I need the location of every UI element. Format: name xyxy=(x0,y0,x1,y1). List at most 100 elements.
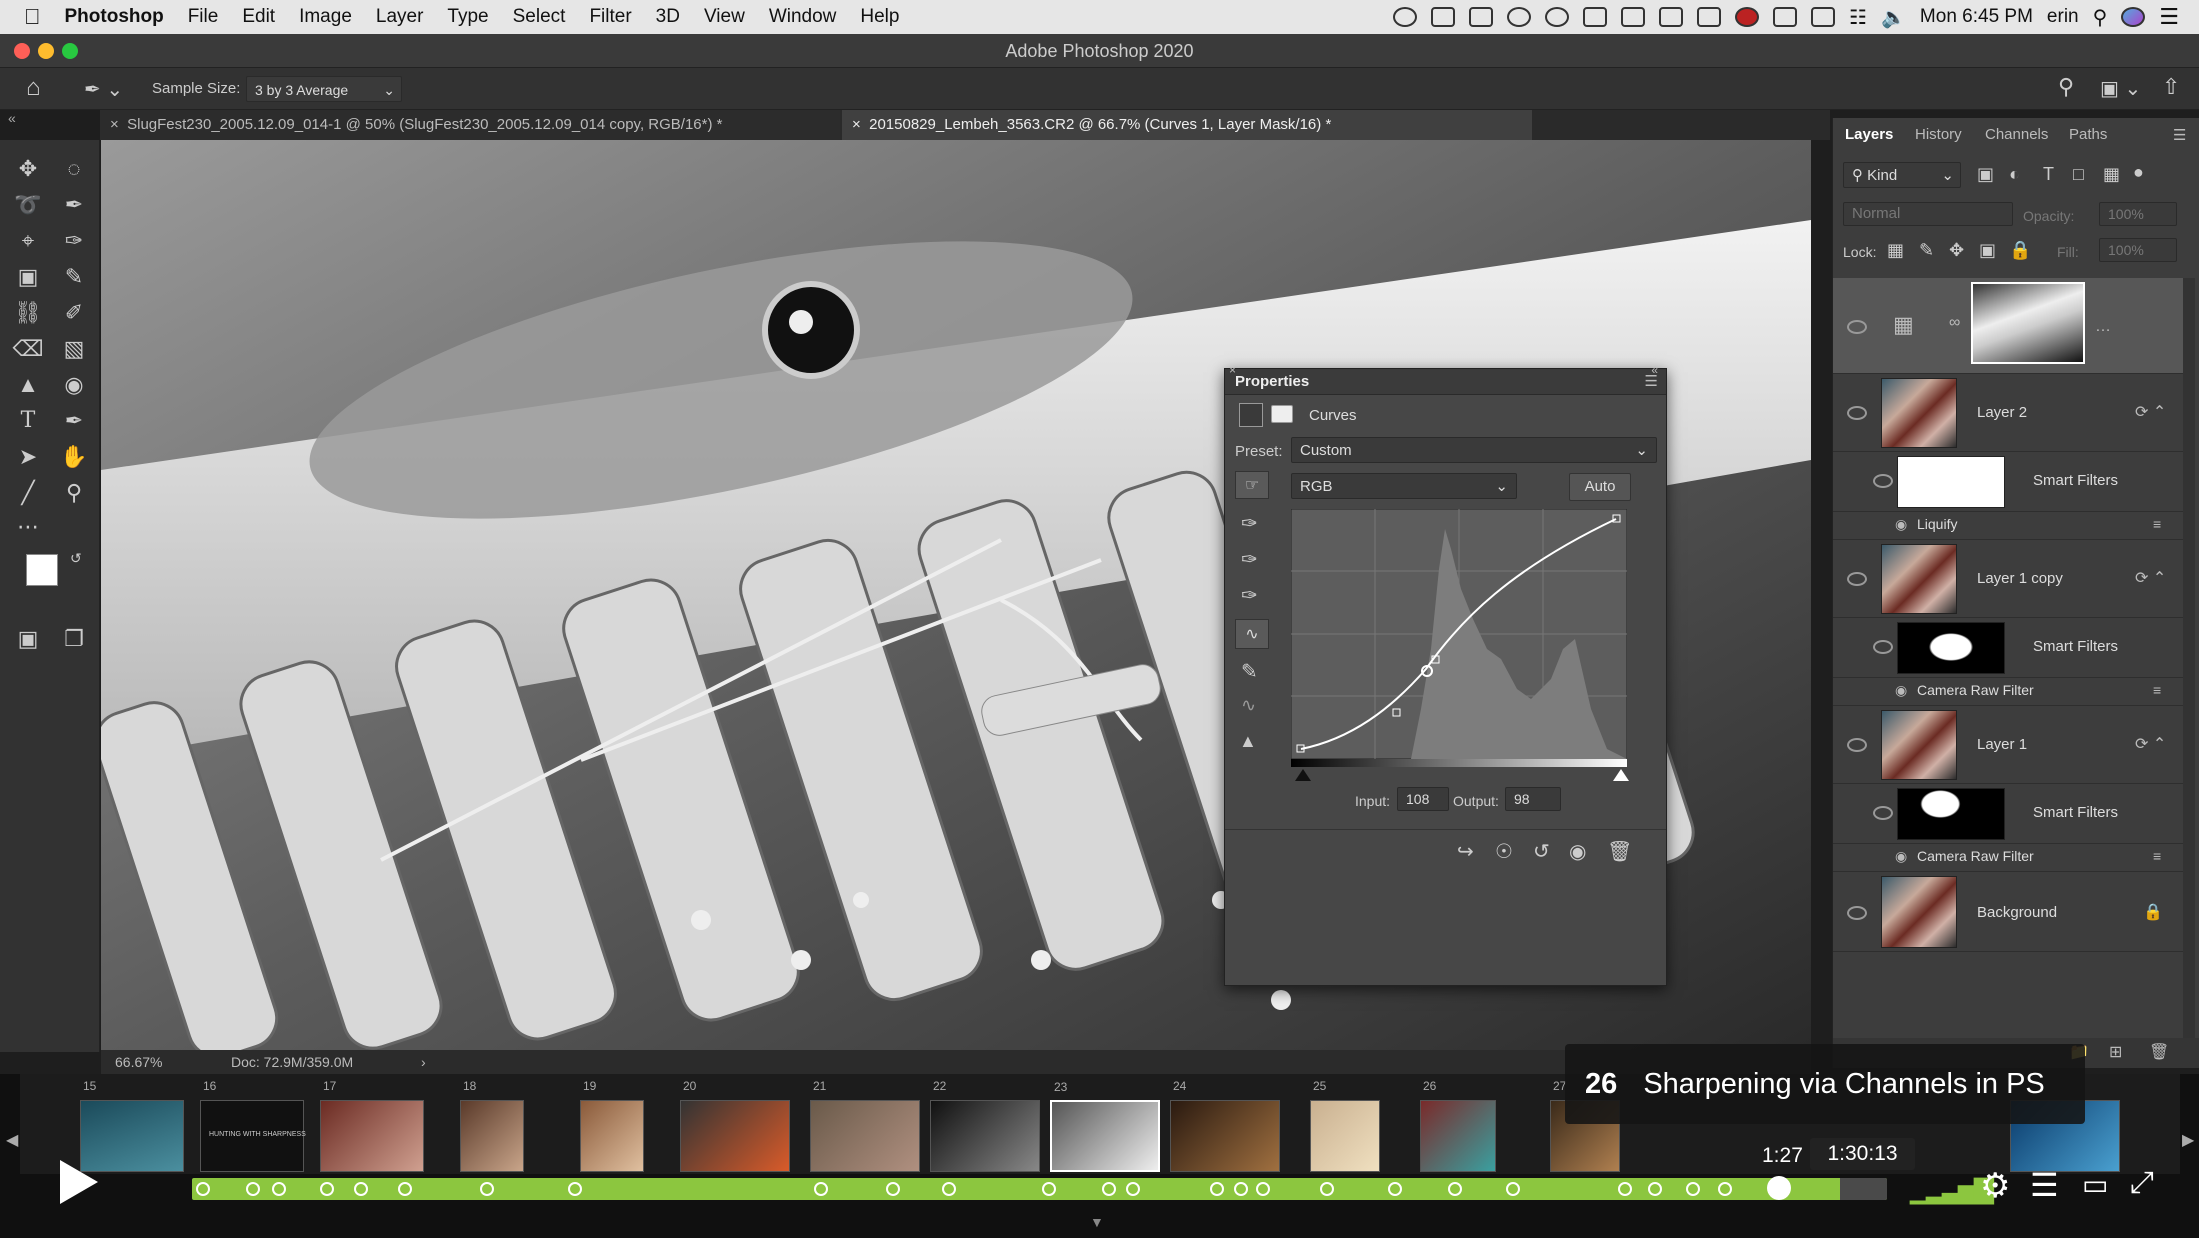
chapter-thumb-25[interactable]: 25 xyxy=(1310,1079,1380,1172)
zoom-tool-icon[interactable]: ⚲ xyxy=(58,478,90,508)
opacity-field[interactable]: 100% xyxy=(2099,202,2177,226)
spotlight-search-icon[interactable]: ⚲ xyxy=(2093,5,2108,30)
wifi-icon[interactable]: ☷ xyxy=(1849,5,1867,30)
chapter-thumb-17[interactable]: 17 xyxy=(320,1079,424,1172)
fullscreen-icon[interactable]: ⤢ xyxy=(2130,1166,2154,1200)
trash-icon[interactable]: 🗑 xyxy=(1607,839,1632,864)
swap-colors-icon[interactable]: ↺ xyxy=(70,550,82,567)
siri-icon[interactable] xyxy=(2121,7,2146,27)
filter-toggle-icon[interactable]: ● xyxy=(2133,162,2144,183)
menu-type[interactable]: Type xyxy=(435,6,500,28)
volume-icon[interactable]: 🔈 xyxy=(1881,5,1906,30)
menu-select[interactable]: Select xyxy=(501,6,578,28)
filter-shape-icon[interactable]: □ xyxy=(2073,164,2084,185)
eyedropper-preset-icon[interactable]: ✒ ⌄ xyxy=(84,77,123,102)
chapter-thumb-16[interactable]: 16 HUNTING WITH SHARPNESS xyxy=(200,1079,306,1172)
filter-row-liquify[interactable]: ◉ Liquify ≡ xyxy=(1833,512,2183,540)
smart-filter-mask-thumbnail[interactable] xyxy=(1897,456,2005,508)
volume-bars-icon[interactable]: ▁▂▃▅▇ xyxy=(1910,1174,1994,1205)
chapter-marker[interactable] xyxy=(1618,1182,1632,1196)
close-panel-icon[interactable]: × xyxy=(1229,363,1236,377)
chapter-marker[interactable] xyxy=(1256,1182,1270,1196)
chapter-marker[interactable] xyxy=(568,1182,582,1196)
type-tool-icon[interactable]: T xyxy=(12,406,44,436)
line-tool-icon[interactable]: ╱ xyxy=(12,478,44,508)
visibility-eye-icon[interactable] xyxy=(1847,906,1867,920)
chapter-marker[interactable] xyxy=(1210,1182,1224,1196)
foreground-color-swatch[interactable] xyxy=(26,554,58,586)
filmstrip-left-arrow-icon[interactable]: ◀ xyxy=(6,1130,18,1150)
black-slider-handle[interactable] xyxy=(1295,769,1311,781)
chapter-marker[interactable] xyxy=(320,1182,334,1196)
camera-icon[interactable] xyxy=(1659,7,1684,27)
layer-row-layer-1[interactable]: Layer 1 ⟳ ⌃ xyxy=(1833,706,2183,784)
chapter-marker[interactable] xyxy=(480,1182,494,1196)
lock-all-icon[interactable]: 🔒 xyxy=(2009,240,2031,261)
share-icon[interactable]: ⇧ xyxy=(2162,74,2180,100)
doc-size-info[interactable]: Doc: 72.9M/359.0M xyxy=(231,1050,353,1074)
filter-smart-object-icon[interactable]: ▦ xyxy=(2103,164,2120,185)
filter-options-icon[interactable]: ≡ xyxy=(2153,516,2161,532)
filter-type-icon[interactable]: T xyxy=(2043,164,2054,185)
settings-gear-icon[interactable]: ⚙ xyxy=(1980,1166,2010,1206)
reset-icon[interactable]: ↺ xyxy=(1533,839,1550,864)
quick-mask-icon[interactable]: ▣ xyxy=(12,624,44,654)
visibility-eye-icon[interactable] xyxy=(1873,474,1893,488)
filter-adjustment-icon[interactable]: ◐ xyxy=(2009,164,2020,185)
tab-layers[interactable]: Layers xyxy=(1845,126,1893,143)
chapters-list-icon[interactable]: ☰ xyxy=(2030,1166,2059,1204)
chapter-marker[interactable] xyxy=(1042,1182,1056,1196)
visibility-eye-icon[interactable] xyxy=(1847,320,1867,334)
new-layer-icon[interactable]: ⊞ xyxy=(2109,1042,2122,1062)
dropbox-icon[interactable] xyxy=(1621,7,1646,27)
lock-artboard-icon[interactable]: ▣ xyxy=(1979,240,1996,261)
layer-mask-thumbnail[interactable] xyxy=(1971,282,2085,364)
filmstrip-right-arrow-icon[interactable]: ▶ xyxy=(2182,1130,2194,1150)
panel-collapse-left[interactable]: « xyxy=(8,110,16,126)
menu-image[interactable]: Image xyxy=(287,6,364,28)
auto-button[interactable]: Auto xyxy=(1569,473,1631,501)
airplay-icon[interactable]: ▭ xyxy=(2082,1168,2108,1201)
layers-scrollbar[interactable] xyxy=(2183,278,2195,1038)
notification-center-icon[interactable]: ☰ xyxy=(2159,4,2179,30)
chapter-marker[interactable] xyxy=(1506,1182,1520,1196)
close-window-button[interactable] xyxy=(14,43,30,59)
chapter-marker[interactable] xyxy=(1234,1182,1248,1196)
stamp-tool-icon[interactable]: ⛓ xyxy=(12,298,44,328)
visibility-eye-icon[interactable] xyxy=(1873,640,1893,654)
hand-tool-icon[interactable]: ✋ xyxy=(58,442,90,472)
chapter-marker[interactable] xyxy=(1388,1182,1402,1196)
delete-layer-icon[interactable]: 🗑 xyxy=(2149,1042,2169,1062)
visibility-icon[interactable]: ◉ xyxy=(1569,839,1586,864)
lock-image-icon[interactable]: ✎ xyxy=(1919,240,1934,261)
chapter-thumb-24[interactable]: 24 xyxy=(1170,1079,1280,1172)
visibility-eye-icon[interactable] xyxy=(1847,738,1867,752)
filter-row-camera-raw[interactable]: ◉ Camera Raw Filter ≡ xyxy=(1833,844,2183,872)
chapter-marker[interactable] xyxy=(814,1182,828,1196)
smart-filter-mask-thumbnail[interactable] xyxy=(1897,622,2005,674)
timer-icon[interactable] xyxy=(1393,7,1418,27)
menu-edit[interactable]: Edit xyxy=(230,6,287,28)
smart-filters-row[interactable]: Smart Filters xyxy=(1833,784,2183,844)
lock-transparent-icon[interactable]: ▦ xyxy=(1887,240,1904,261)
play-button[interactable] xyxy=(60,1160,98,1204)
layer-row-layer-2[interactable]: Layer 2 ⟳ ⌃ xyxy=(1833,374,2183,452)
chain-link-icon[interactable]: ∞ xyxy=(1949,314,1960,332)
gray-point-eyedropper-icon[interactable]: ✑ xyxy=(1241,547,1258,572)
move-tool-icon[interactable]: ✥ xyxy=(12,154,44,184)
layer-name[interactable]: Layer 1 copy xyxy=(1977,570,2063,587)
sample-size-select[interactable]: 3 by 3 Average ⌄ xyxy=(246,76,402,102)
arrow-icon[interactable] xyxy=(1697,7,1722,27)
menubar-clock[interactable]: Mon 6:45 PM xyxy=(1920,6,2033,28)
smooth-curve-icon[interactable]: ∿ xyxy=(1241,695,1256,716)
close-tab-icon[interactable]: × xyxy=(110,116,123,133)
minimize-window-button[interactable] xyxy=(38,43,54,59)
output-field[interactable]: 98 xyxy=(1505,787,1561,811)
smart-filter-toggle-icon[interactable]: ⟳ ⌃ xyxy=(2135,734,2166,754)
eraser-tool-icon[interactable]: ⌫ xyxy=(12,334,44,364)
filter-options-icon[interactable]: ≡ xyxy=(2153,682,2161,698)
input-field[interactable]: 108 xyxy=(1397,787,1449,811)
chapter-thumb-20[interactable]: 20 xyxy=(680,1079,790,1172)
chapter-marker[interactable] xyxy=(886,1182,900,1196)
chapter-thumb-22[interactable]: 22 xyxy=(930,1079,1040,1172)
